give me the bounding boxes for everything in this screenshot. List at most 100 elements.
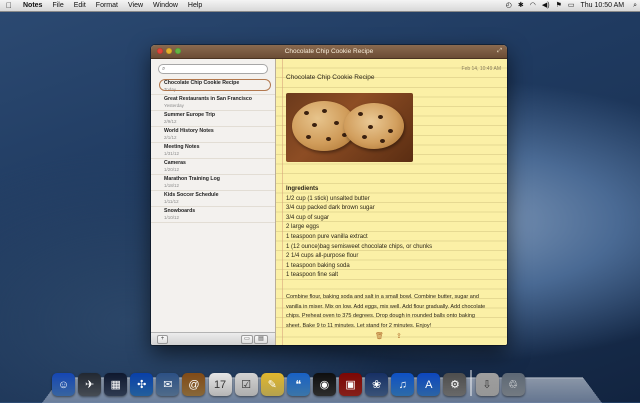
note-list-date: 1/18/12 xyxy=(164,183,180,188)
search-icon: ⌕ xyxy=(162,66,166,72)
wifi-icon[interactable]: ◠ xyxy=(527,0,539,11)
apple-menu-icon[interactable]:  xyxy=(0,0,18,11)
menu-edit[interactable]: Edit xyxy=(69,0,91,11)
instruction-line: vanilla in mixer. Mix on low. Add eggs, … xyxy=(286,303,486,310)
note-ingredients: Ingredients 1/2 cup (1 stick) unsalted b… xyxy=(286,185,496,281)
ingredients-heading: Ingredients xyxy=(286,186,319,192)
menu-view[interactable]: View xyxy=(123,0,148,11)
window-titlebar[interactable]: Chocolate Chip Cookie Recipe ⤢ xyxy=(151,45,507,59)
note-title: Chocolate Chip Cookie Recipe xyxy=(286,74,375,81)
note-list-item[interactable]: Great Restaurants in San Francisco Yeste… xyxy=(151,95,275,111)
menu-app-name[interactable]: Notes xyxy=(18,0,47,11)
note-list-date: 1/31/12 xyxy=(164,151,180,156)
note-list-item[interactable]: Snowboards 1/10/12 xyxy=(151,207,275,223)
reminders-icon[interactable]: ☑ xyxy=(234,373,258,396)
note-list-title: Great Restaurants in San Francisco xyxy=(164,96,252,102)
battery-icon[interactable]: ▭ xyxy=(565,0,578,11)
ingredient-line: 1 teaspoon baking soda xyxy=(286,262,350,269)
menu-format[interactable]: Format xyxy=(91,0,123,11)
folders-toggle-icon[interactable]: ▤ xyxy=(254,335,268,344)
note-list-item[interactable]: Kids Soccer Schedule 1/11/12 xyxy=(151,191,275,207)
itunes-icon[interactable]: ♫ xyxy=(391,373,415,396)
time-machine-icon[interactable]: ◴ xyxy=(503,0,515,11)
share-note-icon[interactable]: ⇪ xyxy=(396,332,402,342)
search-field[interactable]: ⌕ xyxy=(158,64,268,74)
dock-separator xyxy=(469,370,472,396)
note-editor[interactable]: Feb 14, 10:49 AM Chocolate Chip Cookie R… xyxy=(276,59,507,345)
iphoto-icon[interactable]: ❀ xyxy=(365,373,389,396)
note-list-item[interactable]: World History Notes 2/1/12 xyxy=(151,127,275,143)
menu-extras: ◴ ✱ ◠ ◀) ⚑ ▭ Thu 10:50 AM ⌕ xyxy=(503,0,640,11)
note-date: Feb 14, 10:49 AM xyxy=(461,66,501,72)
note-list-title: Meeting Notes xyxy=(164,144,200,150)
minimize-window-icon[interactable] xyxy=(166,48,172,54)
trash-icon[interactable]: ♲ xyxy=(501,373,525,396)
sidebar-bottom-bar: + ▭ ▤ xyxy=(151,332,275,345)
close-window-icon[interactable] xyxy=(157,48,163,54)
photo-booth-icon[interactable]: ▣ xyxy=(339,373,363,396)
launchpad-icon[interactable]: ✈ xyxy=(78,373,102,396)
ingredient-line: 1 teaspoon pure vanilla extract xyxy=(286,233,368,240)
note-list-title: Chocolate Chip Cookie Recipe xyxy=(164,80,240,86)
facetime-icon[interactable]: ◉ xyxy=(312,373,336,396)
ingredient-line: 3/4 cup of sugar xyxy=(286,214,330,221)
ingredient-line: 1 (12 ounce)bag semisweet chocolate chip… xyxy=(286,243,433,250)
note-list-date: 2/9/12 xyxy=(164,119,177,124)
note-list-date: 1/10/12 xyxy=(164,215,180,220)
note-instructions: Combine flour, baking soda and salt in a… xyxy=(286,293,500,331)
note-list-date: 2/1/12 xyxy=(164,135,177,140)
downloads-stack-icon[interactable]: ⇩ xyxy=(475,373,499,396)
menu-file[interactable]: File xyxy=(47,0,68,11)
ingredient-line: 2 1/4 cups all-purpose flour xyxy=(286,253,359,260)
messages-icon[interactable]: ❝ xyxy=(286,373,310,396)
note-list-item[interactable]: Meeting Notes 1/31/12 xyxy=(151,143,275,159)
note-list-item[interactable]: Cameras 1/20/12 xyxy=(151,159,275,175)
note-list-item-selected[interactable]: Chocolate Chip Cookie Recipe Today xyxy=(151,79,275,95)
search-input[interactable] xyxy=(170,65,265,73)
ingredient-line: 3/4 cup packed dark brown sugar xyxy=(286,205,375,212)
menu-window[interactable]: Window xyxy=(148,0,183,11)
note-list-item[interactable]: Summer Europe Trip 2/9/12 xyxy=(151,111,275,127)
notes-sidebar: ⌕ Chocolate Chip Cookie Recipe Today Gre… xyxy=(151,59,276,345)
menu-bar:  Notes File Edit Format View Window Hel… xyxy=(0,0,640,12)
menu-help[interactable]: Help xyxy=(183,0,207,11)
mail-icon[interactable]: ✉ xyxy=(156,373,180,396)
menu-clock[interactable]: Thu 10:50 AM xyxy=(577,0,630,11)
add-note-button[interactable]: + xyxy=(157,335,168,344)
accounts-toggle-icon[interactable]: ▭ xyxy=(241,335,253,344)
volume-icon[interactable]: ◀) xyxy=(539,0,553,11)
ingredient-line: 1 teaspoon fine salt xyxy=(286,272,339,279)
calendar-icon[interactable]: 17 xyxy=(208,373,232,396)
fullscreen-icon[interactable]: ⤢ xyxy=(497,48,502,55)
delete-note-icon[interactable]: 🗑 xyxy=(375,332,384,342)
spotlight-icon[interactable]: ⌕ xyxy=(630,0,640,11)
flag-icon[interactable]: ⚑ xyxy=(553,0,565,11)
system-preferences-icon[interactable]: ⚙ xyxy=(443,373,467,396)
ingredient-line: 1/2 cup (1 stick) unsalted butter xyxy=(286,195,370,202)
zoom-window-icon[interactable] xyxy=(175,48,181,54)
notes-window: Chocolate Chip Cookie Recipe ⤢ ⌕ Chocola… xyxy=(151,45,507,345)
notes-icon[interactable]: ✎ xyxy=(260,373,284,396)
note-list-date: Today xyxy=(164,87,177,92)
note-list-item[interactable]: Marathon Training Log 1/18/12 xyxy=(151,175,275,191)
cookie-photo xyxy=(286,93,413,162)
window-title: Chocolate Chip Cookie Recipe xyxy=(284,48,374,55)
contacts-icon[interactable]: @ xyxy=(182,373,206,396)
finder-icon[interactable]: ☺ xyxy=(52,373,75,396)
dock: ☺ ✈ ▦ ✣ ✉ @17 ☑ ✎ ❝ ◉ ▣ ❀ ♫ A ⚙ ⇩ ♲ xyxy=(52,360,592,396)
instruction-line: sheet. Bake 9 to 11 minutes. Let stand f… xyxy=(286,322,432,329)
ingredient-line: 2 large eggs xyxy=(286,224,320,231)
note-list-date: Yesterday xyxy=(164,103,184,108)
note-list-title: Marathon Training Log xyxy=(164,176,220,182)
note-list-title: Snowboards xyxy=(164,208,196,214)
note-list-title: Cameras xyxy=(164,160,186,166)
cookie-shape xyxy=(344,103,404,149)
instruction-line: Combine flour, baking soda and salt in a… xyxy=(286,294,479,300)
app-store-icon[interactable]: A xyxy=(417,373,441,396)
instruction-line: chips. Preheat oven to 375 degrees. Drop… xyxy=(286,313,475,320)
note-list-title: World History Notes xyxy=(164,128,214,134)
note-list-title: Summer Europe Trip xyxy=(164,112,216,118)
mission-control-icon[interactable]: ▦ xyxy=(104,373,128,396)
bluetooth-icon[interactable]: ✱ xyxy=(515,0,527,11)
safari-icon[interactable]: ✣ xyxy=(130,373,154,396)
